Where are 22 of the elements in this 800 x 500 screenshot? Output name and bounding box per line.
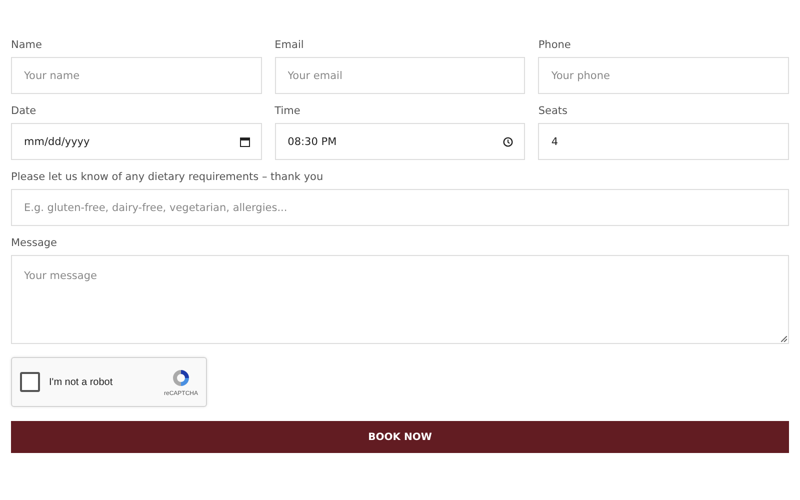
field-label: Seats <box>538 104 568 118</box>
field-label: Name <box>11 38 43 52</box>
field-label: Phone <box>538 38 572 52</box>
captcha-label: I'm not a robot <box>49 376 114 388</box>
book-now-button[interactable]: BOOK NOW <box>11 421 789 453</box>
date-field[interactable]: mm/dd/yyyy <box>11 123 262 160</box>
clock-icon[interactable] <box>503 136 514 146</box>
text-field[interactable]: Your name <box>11 57 262 94</box>
field-label: Time <box>274 104 302 118</box>
field-label: Message <box>11 236 58 250</box>
number-field[interactable]: 4 <box>538 123 789 160</box>
time-field[interactable]: 08:30 PM <box>274 123 526 160</box>
text-field[interactable]: Your phone <box>538 57 789 94</box>
calendar-icon[interactable] <box>240 136 250 146</box>
resize-handle-icon[interactable] <box>781 336 787 342</box>
field-label: Date <box>11 104 38 118</box>
field-label: Email <box>274 38 305 52</box>
text-field[interactable]: Your email <box>274 57 526 94</box>
captcha-checkbox[interactable] <box>20 372 40 392</box>
field-label: Please let us know of any dietary requirements – thank you <box>11 170 324 184</box>
message-field[interactable]: Your message <box>11 255 789 344</box>
text-field[interactable]: E.g. gluten-free, dairy-free, vegetarian, allergies... <box>11 189 789 226</box>
